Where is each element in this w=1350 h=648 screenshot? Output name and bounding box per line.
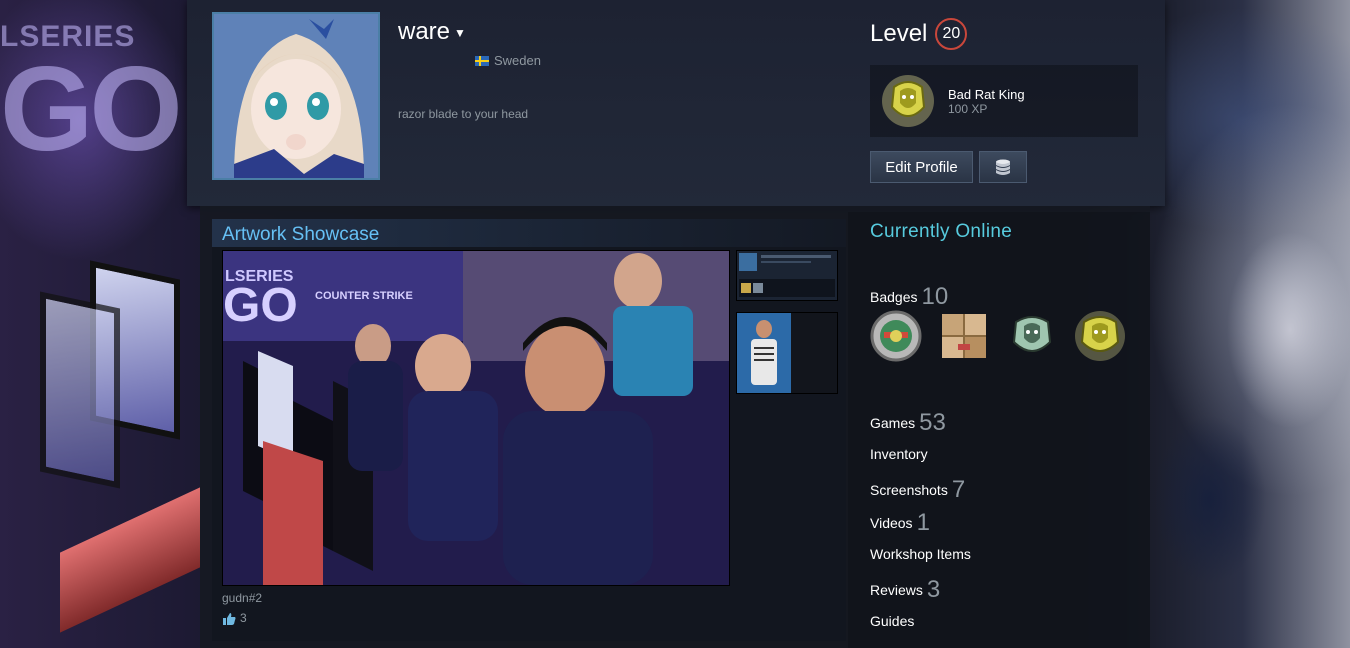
level-circle[interactable]: 20 bbox=[935, 18, 968, 50]
reviews-label: Reviews bbox=[870, 582, 923, 598]
screenshots-link[interactable]: Screenshots 7 bbox=[870, 476, 965, 504]
reviews-count: 3 bbox=[926, 576, 941, 603]
online-status: Currently Online bbox=[870, 221, 1013, 242]
guides-link[interactable]: Guides bbox=[870, 613, 914, 629]
art-banner-line2: GO bbox=[223, 279, 298, 332]
room-badge-icon[interactable] bbox=[938, 310, 990, 362]
screenshots-label: Screenshots bbox=[870, 482, 948, 498]
favorite-badge-xp: 100 XP bbox=[948, 101, 988, 116]
inventory-link[interactable]: Inventory bbox=[870, 446, 928, 462]
artwork-thumbnail-1[interactable] bbox=[736, 250, 838, 301]
main-artwork[interactable]: LSERIES GO COUNTER STRIKE bbox=[222, 250, 730, 586]
artwork-caption: gudn#2 bbox=[222, 591, 263, 605]
location-country: Sweden bbox=[494, 53, 541, 68]
favorite-badge-text: Bad Rat King 100 XP bbox=[948, 87, 1025, 116]
guides-label: Guides bbox=[870, 613, 915, 629]
background-right-shade bbox=[1150, 0, 1350, 648]
videos-count: 1 bbox=[916, 509, 930, 536]
chevron-down-icon[interactable]: ▼ bbox=[454, 26, 466, 40]
reviews-link[interactable]: Reviews 3 bbox=[870, 576, 940, 604]
favorite-badge[interactable]: Bad Rat King 100 XP bbox=[870, 65, 1138, 137]
artwork-image: LSERIES GO COUNTER STRIKE bbox=[223, 251, 729, 585]
art-brand-text: COUNTER STRIKE bbox=[315, 290, 413, 302]
inventory-label: Inventory bbox=[870, 446, 928, 462]
profile-header: ware ▼ Sweden razor blade to your head Le… bbox=[187, 0, 1165, 206]
background-banner-line2: GO bbox=[0, 42, 183, 176]
videos-link[interactable]: Videos 1 bbox=[870, 509, 930, 537]
workshop-items-label: Workshop Items bbox=[870, 546, 971, 562]
screenshots-count: 7 bbox=[951, 476, 966, 503]
badges-link[interactable]: Badges 10 bbox=[870, 283, 948, 311]
badges-label: Badges bbox=[870, 289, 918, 305]
showcase-title: Artwork Showcase bbox=[212, 219, 846, 247]
username-text: ware bbox=[398, 18, 451, 45]
avatar-image bbox=[214, 14, 378, 178]
avatar[interactable] bbox=[212, 12, 380, 180]
favorite-badge-name: Bad Rat King bbox=[948, 86, 1025, 102]
artwork-thumbnail-image bbox=[737, 313, 791, 393]
artwork-likes[interactable]: 3 bbox=[222, 611, 247, 625]
sweden-flag-icon bbox=[475, 55, 489, 66]
artwork-showcase: Artwork Showcase LSERIES GO COUNTER STRI… bbox=[212, 219, 846, 641]
edit-profile-button[interactable]: Edit Profile bbox=[870, 151, 973, 183]
artwork-thumbnail-image bbox=[737, 251, 837, 300]
coin-badge-icon[interactable] bbox=[870, 310, 922, 362]
games-count: 53 bbox=[919, 409, 946, 436]
workshop-items-link[interactable]: Workshop Items bbox=[870, 546, 971, 562]
rat-king-gold-icon[interactable] bbox=[1074, 310, 1126, 362]
location: Sweden bbox=[475, 53, 541, 68]
background-banner: LSERIES GO bbox=[0, 20, 183, 176]
thumbs-up-icon bbox=[223, 612, 236, 625]
background-monitor bbox=[40, 291, 120, 489]
artwork-thumbnail-2[interactable] bbox=[736, 312, 838, 394]
rat-king-gold-icon bbox=[882, 75, 934, 127]
coin-stack-icon bbox=[996, 159, 1010, 175]
points-shop-button[interactable] bbox=[979, 151, 1027, 183]
background-monitor-red bbox=[60, 487, 200, 633]
videos-label: Videos bbox=[870, 515, 913, 531]
artwork-likes-count: 3 bbox=[240, 611, 247, 625]
username[interactable]: ware ▼ bbox=[398, 18, 466, 46]
profile-summary: razor blade to your head bbox=[398, 107, 529, 121]
games-label: Games bbox=[870, 415, 916, 431]
level-label: Level bbox=[870, 20, 928, 47]
games-link[interactable]: Games 53 bbox=[870, 409, 946, 437]
level-display: Level 20 bbox=[870, 18, 968, 50]
rat-king-silver-icon[interactable] bbox=[1006, 310, 1058, 362]
badges-count: 10 bbox=[921, 283, 949, 310]
badges-row bbox=[870, 310, 1126, 362]
